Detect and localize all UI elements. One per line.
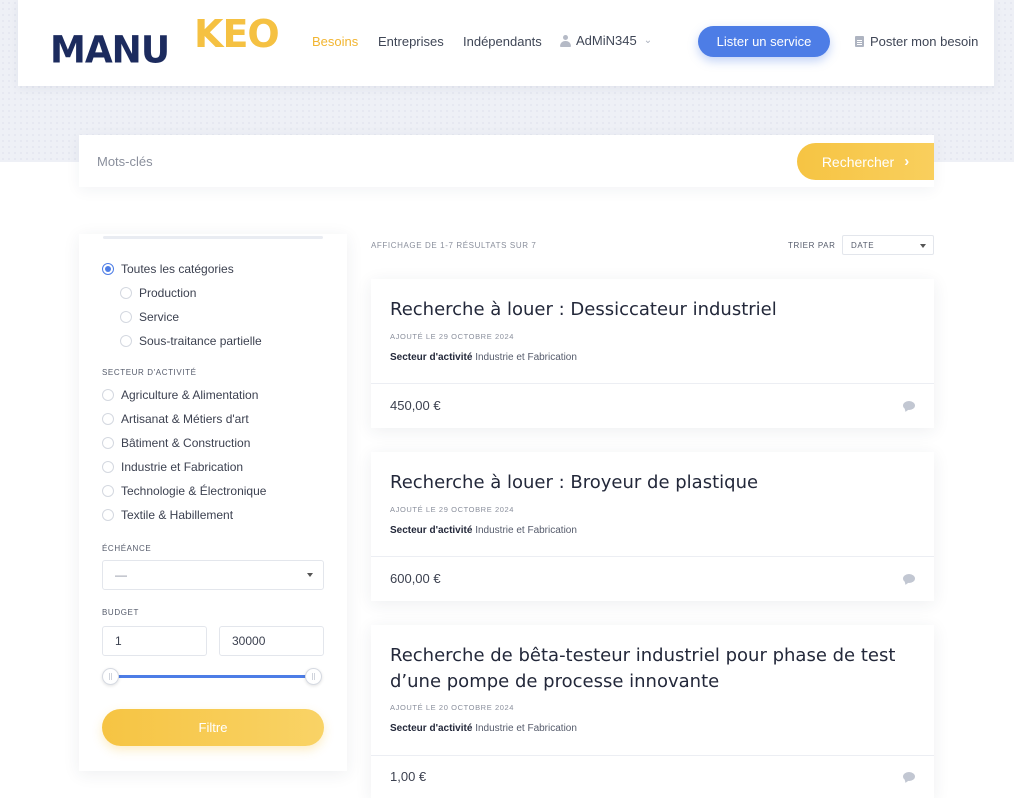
card-price: 1,00 € xyxy=(390,769,427,784)
radio-icon[interactable] xyxy=(120,335,132,347)
filter-button[interactable]: Filtre xyxy=(102,709,324,746)
sector-label: Technologie & Électronique xyxy=(121,484,267,498)
deadline-title: ÉCHÉANCE xyxy=(102,544,152,553)
card-sector-value: Industrie et Fabrication xyxy=(475,525,577,536)
user-menu[interactable]: AdMiN345 ⌄ xyxy=(560,33,652,48)
sector-label: Industrie et Fabrication xyxy=(121,460,244,474)
sector-label: Bâtiment & Construction xyxy=(121,436,251,450)
post-need-link[interactable]: Poster mon besoin xyxy=(855,34,978,49)
sector-label: Agriculture & Alimentation xyxy=(121,388,259,402)
card-title[interactable]: Recherche à louer : Broyeur de plastique xyxy=(390,470,910,496)
radio-icon[interactable] xyxy=(102,389,114,401)
document-icon xyxy=(855,36,864,47)
chat-icon[interactable] xyxy=(903,401,915,410)
card-date: AJOUTÉ LE 29 OCTOBRE 2024 xyxy=(390,332,515,341)
nav-entreprises[interactable]: Entreprises xyxy=(378,34,444,49)
chat-icon[interactable] xyxy=(903,772,915,781)
budget-max-input[interactable]: 30000 xyxy=(219,626,324,656)
budget-slider-track[interactable] xyxy=(111,675,315,678)
results-count: AFFICHAGE DE 1-7 RÉSULTATS SUR 7 xyxy=(371,241,537,250)
category-sous-traitance[interactable]: Sous-traitance partielle xyxy=(120,334,262,348)
card-date: AJOUTÉ LE 20 OCTOBRE 2024 xyxy=(390,703,515,712)
radio-checked-icon[interactable] xyxy=(102,263,114,275)
radio-icon[interactable] xyxy=(102,461,114,473)
card-sector-value: Industrie et Fabrication xyxy=(475,723,577,734)
radio-icon[interactable] xyxy=(102,485,114,497)
result-card[interactable]: Recherche à louer : Broyeur de plastique… xyxy=(371,452,934,601)
category-label: Service xyxy=(139,310,180,324)
budget-title: BUDGET xyxy=(102,608,139,617)
category-label: Sous-traitance partielle xyxy=(139,334,262,348)
category-label: Production xyxy=(139,286,197,300)
chat-icon[interactable] xyxy=(903,574,915,583)
nav-besoins[interactable]: Besoins xyxy=(312,34,358,49)
user-icon xyxy=(560,34,571,47)
sector-agriculture[interactable]: Agriculture & Alimentation xyxy=(102,388,258,402)
radio-icon[interactable] xyxy=(102,413,114,425)
radio-icon[interactable] xyxy=(102,437,114,449)
sector-industrie[interactable]: Industrie et Fabrication xyxy=(102,460,243,474)
card-divider xyxy=(371,755,934,756)
deadline-value: — xyxy=(115,568,127,582)
keywords-input[interactable] xyxy=(97,147,697,175)
card-divider xyxy=(371,556,934,557)
category-all[interactable]: Toutes les catégories xyxy=(102,262,234,276)
category-label: Toutes les catégories xyxy=(121,262,234,276)
card-sector-label: Secteur d'activité xyxy=(390,525,473,536)
category-service[interactable]: Service xyxy=(120,310,179,324)
card-sector: Secteur d'activité Industrie et Fabricat… xyxy=(390,525,577,536)
card-sector: Secteur d'activité Industrie et Fabricat… xyxy=(390,723,577,734)
sector-label: Artisanat & Métiers d'art xyxy=(121,412,249,426)
sector-textile[interactable]: Textile & Habillement xyxy=(102,508,233,522)
username: AdMiN345 xyxy=(576,33,637,48)
card-price: 600,00 € xyxy=(390,571,441,586)
chevron-down-icon: ⌄ xyxy=(643,35,653,46)
sort-label: TRIER PAR xyxy=(788,241,836,250)
search-bar: Rechercher › xyxy=(79,135,934,187)
caret-down-icon xyxy=(920,244,926,248)
logo-manu-text: MANU xyxy=(50,28,170,73)
card-title[interactable]: Recherche de bêta-testeur industriel pou… xyxy=(390,643,910,695)
search-button-label: Rechercher xyxy=(821,153,895,170)
sector-title: SECTEUR D'ACTIVITÉ xyxy=(102,368,197,377)
radio-icon[interactable] xyxy=(120,311,132,323)
sector-technologie[interactable]: Technologie & Électronique xyxy=(102,484,266,498)
card-title[interactable]: Recherche à louer : Dessiccateur industr… xyxy=(390,297,910,323)
card-sector-label: Secteur d'activité xyxy=(390,723,473,734)
search-button[interactable]: Rechercher › xyxy=(797,143,934,180)
chevron-right-icon: › xyxy=(904,153,910,170)
sort-value: DATE xyxy=(851,241,875,250)
sidebar-top-divider xyxy=(103,236,323,239)
list-service-button[interactable]: Lister un service xyxy=(698,26,830,57)
sort-select[interactable]: DATE xyxy=(842,235,934,255)
radio-icon[interactable] xyxy=(102,509,114,521)
deadline-select[interactable]: — xyxy=(102,560,324,590)
card-price: 450,00 € xyxy=(390,398,441,413)
card-sector-value: Industrie et Fabrication xyxy=(475,352,577,363)
budget-slider-min-handle[interactable] xyxy=(102,668,119,685)
budget-slider-max-handle[interactable] xyxy=(305,668,322,685)
sector-label: Textile & Habillement xyxy=(121,508,234,522)
result-card[interactable]: Recherche de bêta-testeur industriel pou… xyxy=(371,625,934,798)
budget-min-input[interactable]: 1 xyxy=(102,626,207,656)
logo-keo-text: KEO xyxy=(194,12,280,56)
card-sector-label: Secteur d'activité xyxy=(390,352,473,363)
site-header: MANU KEO Besoins Entreprises Indépendant… xyxy=(18,0,994,86)
card-sector: Secteur d'activité Industrie et Fabricat… xyxy=(390,352,577,363)
radio-icon[interactable] xyxy=(120,287,132,299)
filter-sidebar: Toutes les catégories Production Service… xyxy=(79,234,347,771)
nav-independants[interactable]: Indépendants xyxy=(463,34,542,49)
category-production[interactable]: Production xyxy=(120,286,196,300)
card-divider xyxy=(371,383,934,384)
result-card[interactable]: Recherche à louer : Dessiccateur industr… xyxy=(371,279,934,428)
caret-down-icon xyxy=(307,573,313,577)
post-need-label: Poster mon besoin xyxy=(870,34,979,49)
sector-batiment[interactable]: Bâtiment & Construction xyxy=(102,436,250,450)
sector-artisanat[interactable]: Artisanat & Métiers d'art xyxy=(102,412,249,426)
card-date: AJOUTÉ LE 29 OCTOBRE 2024 xyxy=(390,505,515,514)
